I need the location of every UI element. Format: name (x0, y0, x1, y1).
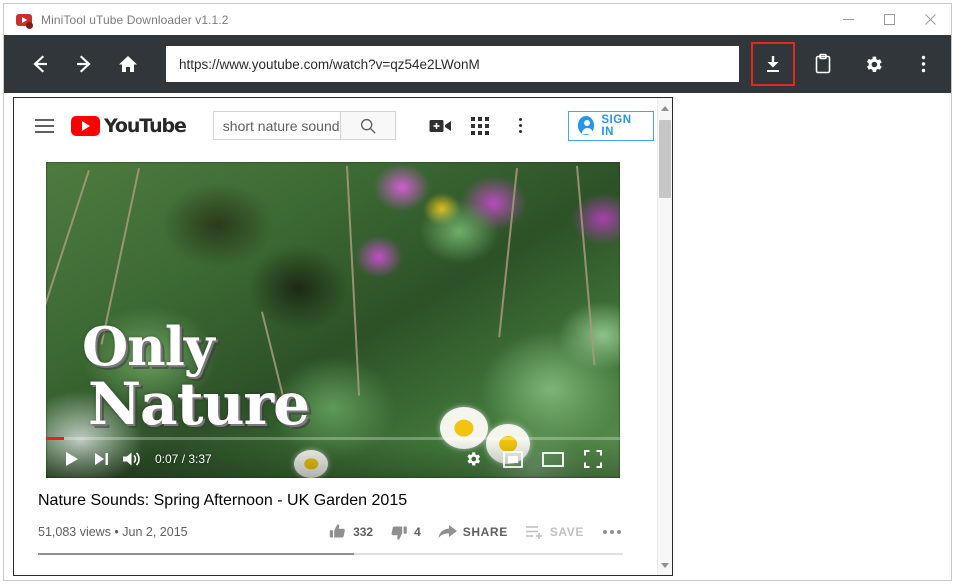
empty-right-panel (676, 93, 951, 580)
like-ratio-bar (38, 552, 623, 555)
download-button[interactable] (751, 42, 795, 86)
back-arrow-icon[interactable] (18, 42, 62, 86)
gear-icon[interactable] (458, 444, 488, 474)
play-icon[interactable] (57, 444, 87, 474)
page-scrollbar[interactable] (657, 98, 672, 575)
clipboard-icon[interactable] (801, 42, 845, 86)
minimize-icon[interactable] (828, 4, 869, 35)
title-bar: MiniTool uTube Downloader v1.1.2 (4, 4, 951, 35)
scrollbar-track[interactable] (658, 116, 673, 557)
thumbs-down-icon (391, 526, 407, 540)
apps-grid-icon[interactable] (470, 114, 491, 138)
volume-icon[interactable] (117, 444, 147, 474)
app-title: MiniTool uTube Downloader v1.1.2 (41, 12, 229, 27)
share-button[interactable]: SHARE (438, 524, 508, 540)
player-container: Only Nature 0:07 / 3:37 (14, 153, 657, 478)
dislike-count: 4 (414, 524, 421, 539)
youtube-search: short nature sound (212, 111, 396, 140)
scrollbar-thumb[interactable] (658, 120, 671, 198)
like-count: 332 (353, 524, 374, 539)
ellipsis-icon (601, 529, 623, 534)
close-icon[interactable] (910, 4, 951, 35)
youtube-header: YouTube short nature sound SIGN IN (14, 98, 657, 153)
more-actions-button[interactable] (601, 529, 623, 534)
browser-toolbar: https://www.youtube.com/watch?v=qz54e2LW… (4, 35, 951, 93)
video-text-overlay: Only Nature (82, 321, 310, 438)
kebab-menu-icon[interactable] (510, 114, 531, 138)
video-info: Nature Sounds: Spring Afternoon - UK Gar… (14, 478, 657, 541)
embedded-browser-pane: YouTube short nature sound SIGN IN Only … (13, 97, 673, 576)
youtube-wordmark: YouTube (104, 114, 187, 137)
fullscreen-icon[interactable] (578, 444, 608, 474)
sign-in-button[interactable]: SIGN IN (567, 110, 654, 141)
like-ratio-fill (38, 552, 354, 555)
save-label: SAVE (549, 524, 584, 539)
dislike-button[interactable]: 4 (390, 523, 421, 541)
toolbar-right-actions (751, 42, 951, 86)
player-controls: 0:07 / 3:37 (46, 440, 620, 478)
overlay-line-1: Only (82, 316, 215, 378)
kebab-menu-icon[interactable] (901, 42, 945, 86)
forward-arrow-icon[interactable] (62, 42, 106, 86)
like-button[interactable]: 332 (329, 523, 373, 541)
youtube-header-actions: SIGN IN (429, 110, 654, 141)
avatar-icon (577, 116, 595, 135)
search-input-value: short nature sound (222, 117, 340, 134)
create-video-icon[interactable] (429, 114, 451, 138)
scroll-down-arrow-icon[interactable] (658, 557, 673, 573)
miniplayer-icon[interactable] (498, 444, 528, 474)
youtube-page: YouTube short nature sound SIGN IN Only … (14, 98, 657, 575)
app-window: MiniTool uTube Downloader v1.1.2 https:/… (3, 3, 952, 581)
youtube-downloader-icon (16, 12, 33, 29)
theater-mode-icon[interactable] (538, 444, 568, 474)
home-icon[interactable] (106, 42, 150, 86)
window-controls (828, 4, 951, 35)
youtube-logo[interactable]: YouTube (71, 114, 187, 137)
player-time: 0:07 / 3:37 (155, 452, 212, 466)
url-text: https://www.youtube.com/watch?v=qz54e2LW… (179, 56, 480, 72)
url-input[interactable]: https://www.youtube.com/watch?v=qz54e2LW… (166, 46, 739, 82)
sign-in-label: SIGN IN (601, 113, 632, 138)
share-label: SHARE (462, 524, 508, 539)
save-playlist-icon (525, 525, 542, 539)
thumbs-up-icon (329, 523, 345, 538)
content-area: YouTube short nature sound SIGN IN Only … (4, 93, 951, 580)
next-track-icon[interactable] (87, 444, 117, 474)
overlay-line-2: Nature (88, 369, 310, 438)
youtube-play-icon (71, 115, 100, 136)
gear-icon[interactable] (851, 42, 895, 86)
video-action-buttons: 332 4 SHARE SAVE (329, 523, 623, 541)
search-button[interactable] (339, 111, 396, 140)
video-title: Nature Sounds: Spring Afternoon - UK Gar… (38, 492, 408, 509)
maximize-icon[interactable] (869, 4, 910, 35)
save-button[interactable]: SAVE (525, 524, 584, 540)
share-arrow-icon (438, 524, 457, 538)
player-right-controls (458, 444, 608, 474)
hamburger-menu-icon[interactable] (32, 111, 54, 141)
title-bar-left: MiniTool uTube Downloader v1.1.2 (4, 12, 229, 29)
search-input[interactable]: short nature sound (212, 111, 340, 140)
scroll-up-arrow-icon[interactable] (658, 100, 673, 116)
video-player[interactable]: Only Nature 0:07 / 3:37 (46, 162, 620, 478)
video-views-date: 51,083 views • Jun 2, 2015 (38, 524, 188, 539)
video-meta-row: 51,083 views • Jun 2, 2015 332 4 SHARE S… (38, 523, 623, 541)
search-icon (360, 118, 376, 134)
